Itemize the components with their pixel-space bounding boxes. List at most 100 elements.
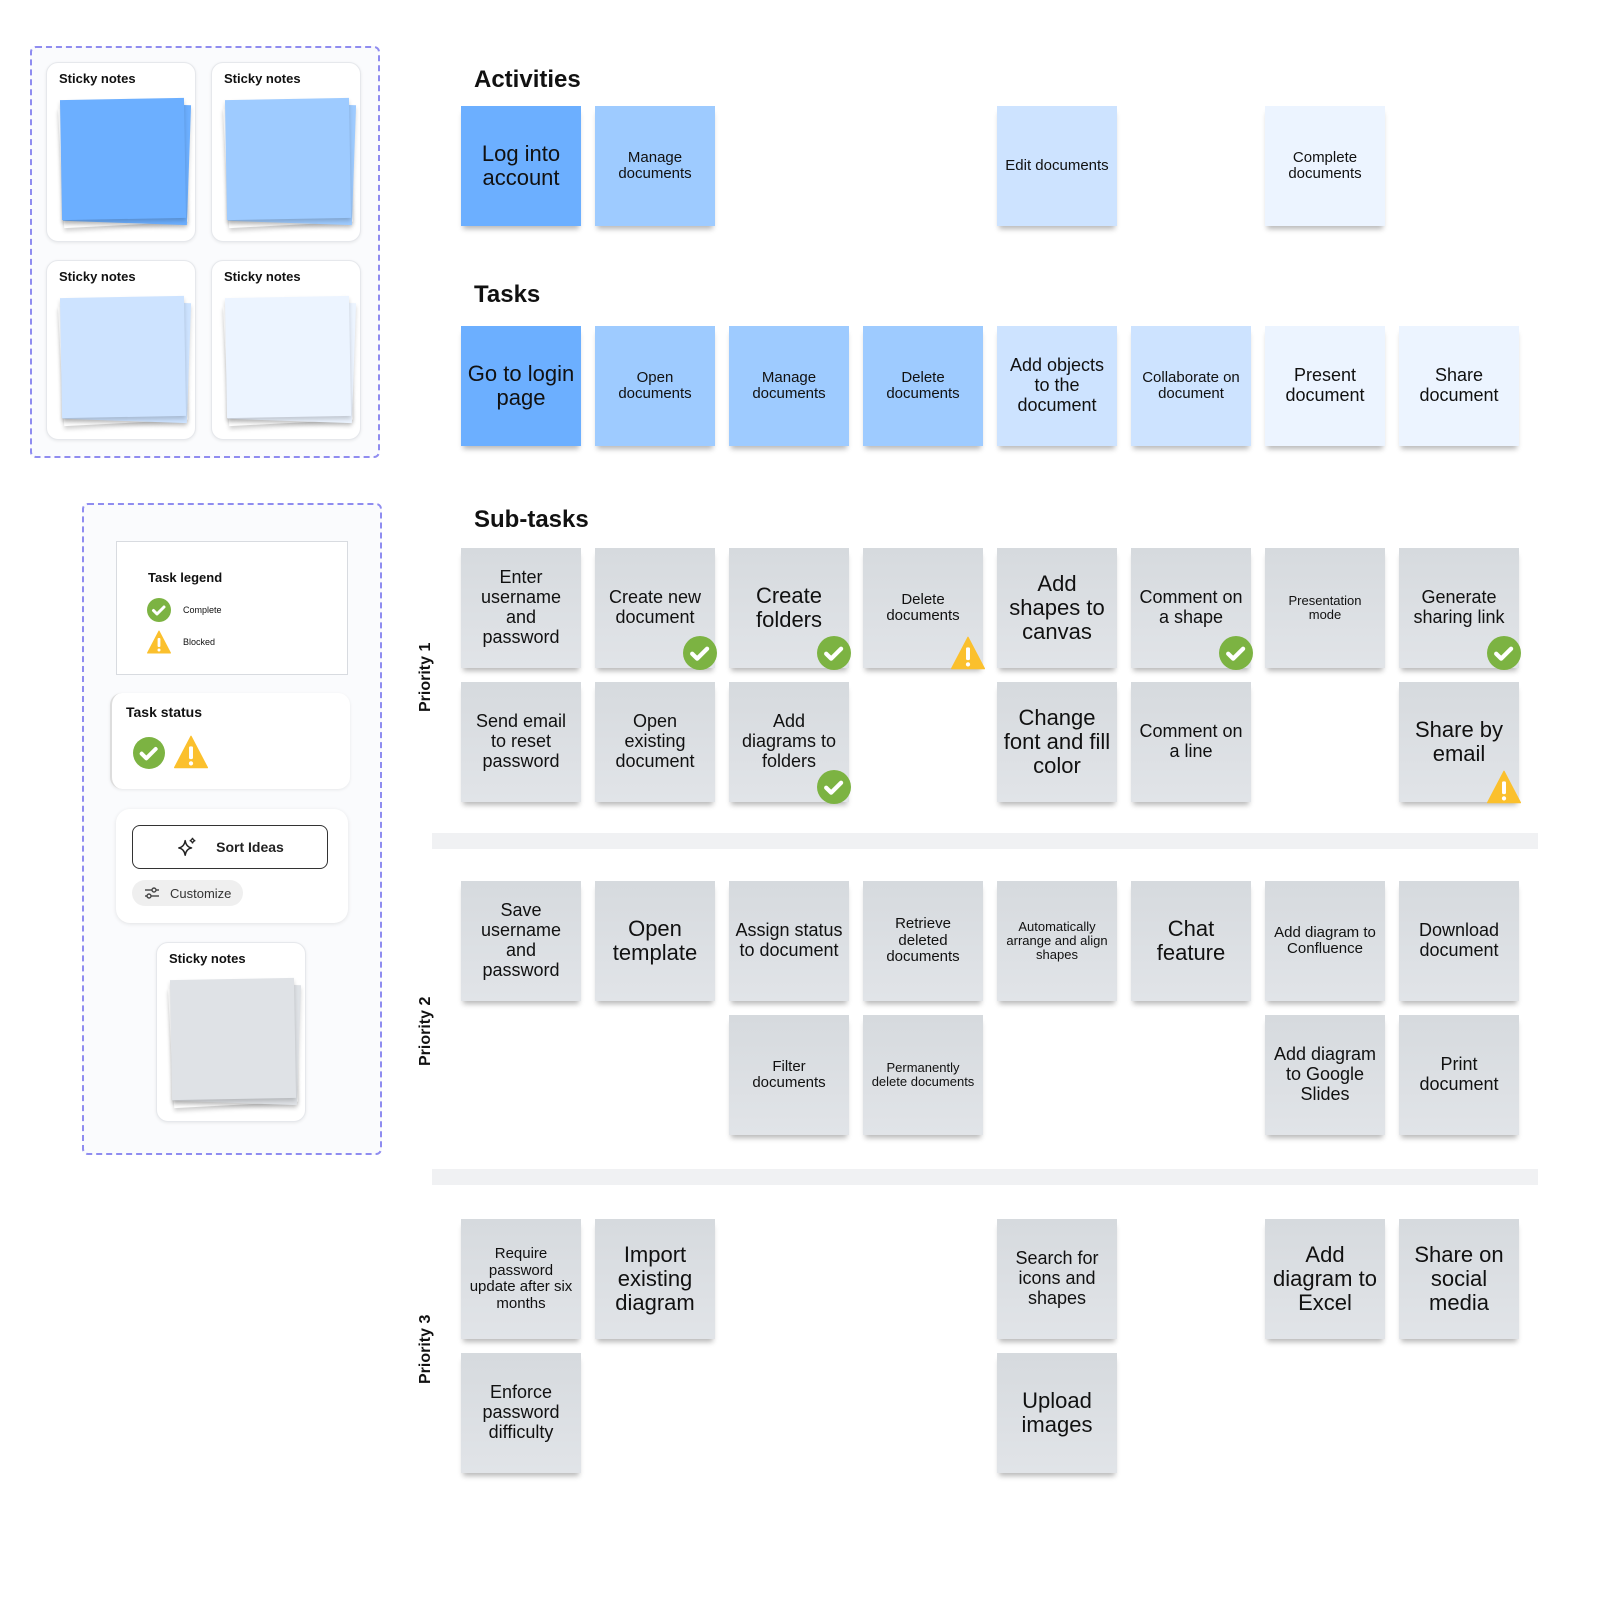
subtask-sticky-note[interactable]: Chat feature — [1131, 881, 1251, 1001]
subtask-sticky-note[interactable]: Create folders — [729, 548, 851, 670]
task-sticky-note[interactable]: Share document — [1399, 326, 1519, 446]
subtask-sticky-note[interactable]: Filter documents — [729, 1015, 849, 1135]
sticky-note-text: Log into account — [481, 140, 561, 190]
gray-sticky-note-tool[interactable]: Sticky notes — [156, 942, 306, 1122]
subtask-sticky-note[interactable]: Add diagram to Excel — [1265, 1219, 1385, 1339]
check-circle-icon[interactable] — [133, 737, 165, 769]
sticky-note-text: Enforce password difficulty — [482, 1382, 560, 1442]
sticky-sheet — [59, 295, 187, 419]
subtask-sticky-note[interactable]: Retrieve deleted documents — [863, 881, 983, 1001]
subtask-sticky-note[interactable]: Generate sharing link — [1399, 548, 1521, 670]
priority-divider — [432, 833, 1538, 849]
check-circle-icon — [147, 598, 171, 622]
sticky-stack — [57, 295, 192, 435]
subtask-sticky-note[interactable]: Permanently delete documents — [863, 1015, 983, 1135]
check-circle-icon — [1219, 636, 1253, 670]
subtask-sticky-note[interactable]: Require password update after six months — [461, 1219, 581, 1339]
subtask-sticky-note[interactable]: Download document — [1399, 881, 1519, 1001]
subtask-sticky-note[interactable]: Print document — [1399, 1015, 1519, 1135]
sort-ideas-button[interactable]: Sort Ideas — [132, 825, 328, 869]
sticky-note-tool[interactable]: Sticky notes — [211, 62, 361, 242]
priority-label: Priority 1 — [417, 642, 434, 712]
subtask-sticky-note[interactable]: Search for icons and shapes — [997, 1219, 1117, 1339]
subtask-sticky-note[interactable]: Add shapes to canvas — [997, 548, 1117, 668]
warning-triangle-icon[interactable] — [174, 735, 208, 769]
subtask-sticky-note[interactable]: Open template — [595, 881, 715, 1001]
sticky-note-tool[interactable]: Sticky notes — [211, 260, 361, 440]
task-status-title: Task status — [126, 704, 202, 720]
sticky-stack — [222, 295, 357, 435]
check-circle-icon — [817, 770, 851, 804]
subtask-sticky-note[interactable]: Create new document — [595, 548, 717, 670]
subtask-sticky-note[interactable]: Enforce password difficulty — [461, 1353, 581, 1473]
sticky-note-text: Permanently delete documents — [871, 1059, 975, 1089]
warning-triangle-icon — [147, 630, 171, 654]
sticky-note-text: Add diagram to Excel — [1273, 1241, 1377, 1316]
sticky-note-text: Filter documents — [752, 1057, 826, 1091]
subtask-sticky-note[interactable]: Share on social media — [1399, 1219, 1519, 1339]
subtask-sticky-note[interactable]: Send email to reset password — [461, 682, 581, 802]
warning-triangle-icon — [1487, 770, 1521, 804]
sticky-note-text: Manage documents — [618, 148, 692, 182]
task-sticky-note[interactable]: Delete documents — [863, 326, 983, 446]
activity-sticky-note[interactable]: Log into account — [461, 106, 581, 226]
warning-triangle-icon — [951, 636, 985, 670]
subtask-sticky-note[interactable]: Change font and fill color — [997, 682, 1117, 802]
sticky-note-text: Collaborate on document — [1142, 368, 1240, 402]
sticky-note-text: Send email to reset password — [475, 711, 567, 771]
subtask-sticky-note[interactable]: Save username and password — [461, 881, 581, 1001]
customize-button[interactable]: Customize — [132, 880, 244, 906]
sticky-note-text: Print document — [1419, 1054, 1499, 1094]
task-legend-title: Task legend — [148, 570, 223, 585]
subtask-sticky-note[interactable]: Enter username and password — [461, 548, 581, 668]
subtask-sticky-note[interactable]: Upload images — [997, 1353, 1117, 1473]
subtask-sticky-note[interactable]: Delete documents — [863, 548, 985, 670]
priority-label: Priority 3 — [417, 1314, 434, 1384]
subtask-sticky-note[interactable]: Open existing document — [595, 682, 715, 802]
task-status-card: Task status — [110, 693, 350, 789]
sort-ideas-label: Sort Ideas — [216, 839, 284, 855]
sticky-note-text: Complete documents — [1288, 148, 1362, 182]
sticky-note-text: Require password update after six months — [469, 1245, 573, 1312]
sticky-note-text: Delete documents — [886, 590, 960, 624]
subtask-sticky-note[interactable]: Comment on a shape — [1131, 548, 1253, 670]
sticky-note-text: Add diagram to Google Slides — [1273, 1044, 1377, 1104]
subtask-sticky-note[interactable]: Automatically arrange and align shapes — [997, 881, 1117, 1001]
check-circle-icon — [1487, 636, 1521, 670]
check-circle-icon — [817, 636, 851, 670]
sticky-note-text: Add shapes to canvas — [1009, 570, 1105, 645]
subtask-sticky-note[interactable]: Add diagram to Google Slides — [1265, 1015, 1385, 1135]
subtask-sticky-note[interactable]: Share by email — [1399, 682, 1521, 804]
sticky-note-text: Assign status to document — [735, 920, 843, 960]
section-title-activities: Activities — [474, 66, 581, 93]
activity-sticky-note[interactable]: Complete documents — [1265, 106, 1385, 226]
sticky-note-text: Go to login page — [467, 360, 575, 410]
sticky-note-text: Share by email — [1414, 716, 1504, 766]
subtask-sticky-note[interactable]: Add diagrams to folders — [729, 682, 851, 804]
activity-sticky-note[interactable]: Manage documents — [595, 106, 715, 226]
activity-sticky-note[interactable]: Edit documents — [997, 106, 1117, 226]
priority-label: Priority 2 — [417, 996, 434, 1066]
subtask-sticky-note[interactable]: Assign status to document — [729, 881, 849, 1001]
sticky-note-text: Add diagrams to folders — [741, 711, 837, 771]
sticky-note-text: Edit documents — [1005, 156, 1109, 174]
subtask-sticky-note[interactable]: Presentation mode — [1265, 548, 1385, 668]
sticky-note-tool[interactable]: Sticky notes — [46, 260, 196, 440]
sticky-note-text: Comment on a line — [1139, 721, 1243, 761]
sticky-sheet — [224, 295, 352, 419]
sticky-note-text: Save username and password — [480, 900, 562, 980]
task-sticky-note[interactable]: Open documents — [595, 326, 715, 446]
sticky-note-text: Create new document — [608, 587, 702, 627]
task-sticky-note[interactable]: Go to login page — [461, 326, 581, 446]
task-sticky-note[interactable]: Manage documents — [729, 326, 849, 446]
sticky-note-text: Manage documents — [752, 368, 826, 402]
subtask-sticky-note[interactable]: Comment on a line — [1131, 682, 1251, 802]
task-sticky-note[interactable]: Collaborate on document — [1131, 326, 1251, 446]
task-sticky-note[interactable]: Present document — [1265, 326, 1385, 446]
sticky-note-text: Open documents — [618, 368, 692, 402]
gray-sticky-stack — [167, 977, 302, 1117]
task-sticky-note[interactable]: Add objects to the document — [997, 326, 1117, 446]
sticky-note-tool[interactable]: Sticky notes — [46, 62, 196, 242]
subtask-sticky-note[interactable]: Import existing diagram — [595, 1219, 715, 1339]
subtask-sticky-note[interactable]: Add diagram to Confluence — [1265, 881, 1385, 1001]
